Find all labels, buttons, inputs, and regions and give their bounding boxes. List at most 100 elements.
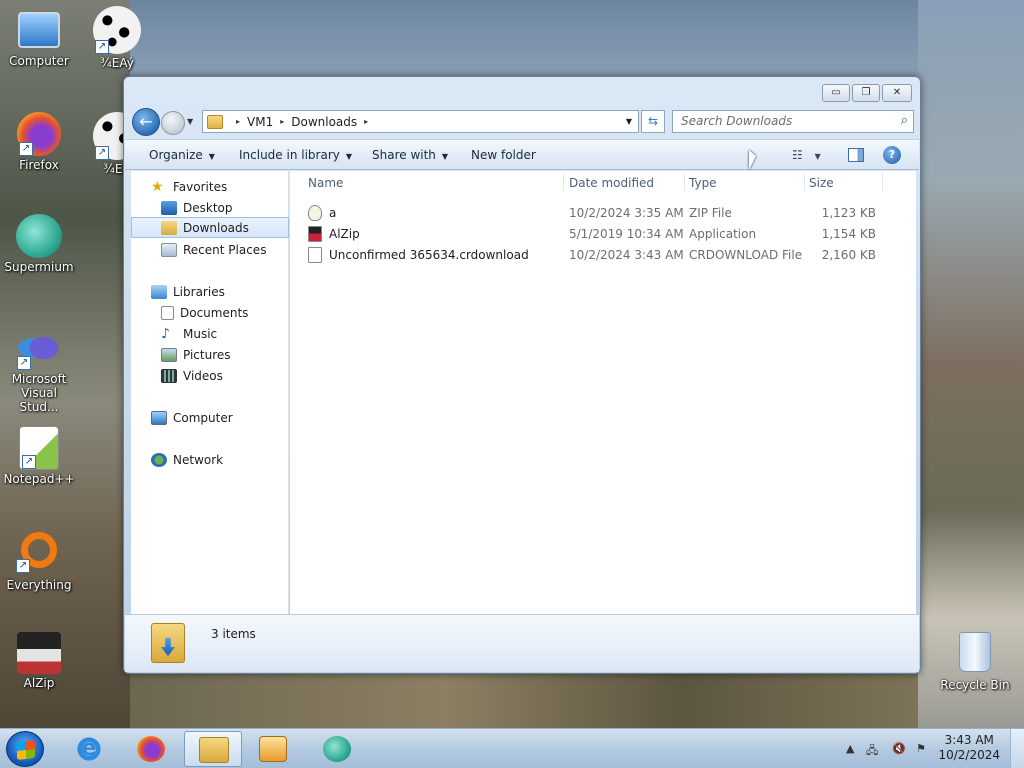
nav-favorites[interactable]: ★ Favorites <box>131 176 289 197</box>
nav-libraries[interactable]: Libraries <box>131 281 289 302</box>
address-dropdown[interactable]: ▼ <box>620 117 638 126</box>
column-header-name[interactable]: Name <box>308 176 343 190</box>
alzip-app-icon <box>308 226 322 242</box>
file-list: Name Date modified Type Size a 10/2/2024… <box>290 171 916 614</box>
file-size: 2,160 KB <box>821 248 876 262</box>
desktop-icon-notepadpp[interactable]: ↗ Notepad++ <box>0 426 78 486</box>
include-in-library-label: Include in library <box>239 148 340 162</box>
table-row[interactable]: AlZip 5/1/2019 10:34 AM Application 1,15… <box>290 224 910 244</box>
nav-documents[interactable]: Documents <box>131 302 289 323</box>
nav-desktop-label: Desktop <box>183 200 233 215</box>
windows-logo-icon <box>17 740 35 760</box>
back-button[interactable]: ← <box>132 108 160 136</box>
column-separator[interactable] <box>684 173 685 191</box>
show-desktop-button[interactable] <box>1010 729 1024 768</box>
explorer-window[interactable]: ▭ ❐ ✕ ← ▼ ▸ VM1 ▸ Downloads ▸ ▼ ⇆ Search… <box>123 76 921 674</box>
desktop-icon-label: ¾EAý <box>100 56 134 70</box>
organize-button[interactable]: Organize ▼ <box>149 148 215 162</box>
help-icon: ? <box>888 148 896 161</box>
breadcrumb-separator[interactable]: ▸ <box>364 117 368 126</box>
volume-muted-icon[interactable]: 🔇 <box>892 742 906 755</box>
change-view-button[interactable]: ☷ ▼ <box>792 148 821 162</box>
folder-icon <box>207 114 223 129</box>
forward-button[interactable] <box>161 111 185 135</box>
taskbar-firefox[interactable] <box>124 731 178 767</box>
table-row[interactable]: a 10/2/2024 3:35 AM ZIP File 1,123 KB <box>290 203 910 223</box>
nav-videos-label: Videos <box>183 368 223 383</box>
details-pane: 3 items <box>125 614 919 672</box>
column-header-date-modified[interactable]: Date modified <box>569 176 654 190</box>
navigation-pane: ★ Favorites Desktop Downloads Recent Pla… <box>131 171 289 614</box>
preview-pane-button[interactable] <box>848 148 864 162</box>
downloads-folder-icon <box>151 623 185 663</box>
new-folder-label: New folder <box>471 148 536 162</box>
desktop-icon-label: Everything <box>6 578 72 592</box>
breadcrumb-separator[interactable]: ▸ <box>280 117 284 126</box>
column-header-size[interactable]: Size <box>809 176 834 190</box>
desktop-icon-label: AlZip <box>23 676 55 690</box>
taskbar: e ▲ 🖧 🔇 ⚑ 3:43 AM 10/2/2024 <box>0 728 1024 768</box>
desktop-icon-recycle-bin[interactable]: Recycle Bin <box>936 632 1014 692</box>
desktop-icon-computer[interactable]: Computer <box>0 10 78 68</box>
nav-favorites-label: Favorites <box>173 179 228 194</box>
breadcrumb-separator[interactable]: ▸ <box>236 117 240 126</box>
zip-file-icon <box>308 205 322 221</box>
system-clock[interactable]: 3:43 AM 10/2/2024 <box>938 733 1000 763</box>
clock-time: 3:43 AM <box>944 733 994 747</box>
desktop-icon-visual-studio[interactable]: ↗ Microsoft Visual Stud... <box>0 326 78 414</box>
desktop-icon-media-1[interactable]: ↗ ¾EAý <box>78 6 156 70</box>
nav-network[interactable]: Network <box>131 449 289 470</box>
address-bar[interactable]: ▸ VM1 ▸ Downloads ▸ ▼ <box>202 110 639 133</box>
caption-buttons: ▭ ❐ ✕ <box>822 84 912 102</box>
breadcrumb-downloads[interactable]: Downloads <box>291 115 357 129</box>
refresh-button[interactable]: ⇆ <box>641 110 665 133</box>
taskbar-supermium[interactable] <box>310 731 364 767</box>
file-date: 10/2/2024 3:35 AM <box>569 206 684 220</box>
nav-libraries-label: Libraries <box>173 284 225 299</box>
media-icon: ↗ <box>93 6 141 54</box>
taskbar-file-explorer[interactable] <box>184 731 242 767</box>
recent-places-icon <box>161 242 177 257</box>
search-input[interactable]: Search Downloads ⌕ <box>672 110 914 133</box>
column-separator[interactable] <box>563 173 564 191</box>
nav-videos[interactable]: Videos <box>131 365 289 386</box>
chevron-down-icon: ▼ <box>345 152 353 161</box>
nav-desktop[interactable]: Desktop <box>131 197 289 218</box>
action-center-flag-icon[interactable]: ⚑ <box>916 742 926 755</box>
nav-recent-places[interactable]: Recent Places <box>131 239 289 260</box>
search-icon[interactable]: ⌕ <box>901 113 908 128</box>
new-folder-button[interactable]: New folder <box>471 148 536 162</box>
nav-downloads[interactable]: Downloads <box>131 217 289 238</box>
nav-music[interactable]: ♪ Music <box>131 323 289 344</box>
documents-icon <box>161 305 174 320</box>
file-type: ZIP File <box>689 206 732 220</box>
include-in-library-button[interactable]: Include in library ▼ <box>239 148 352 162</box>
breadcrumb-vm1[interactable]: VM1 <box>247 115 273 129</box>
table-row[interactable]: Unconfirmed 365634.crdownload 10/2/2024 … <box>290 245 910 265</box>
share-with-button[interactable]: Share with ▼ <box>372 148 448 162</box>
recent-pages-dropdown[interactable]: ▼ <box>187 117 193 126</box>
desktop-icon-everything[interactable]: ↗ Everything <box>0 528 78 592</box>
column-separator[interactable] <box>804 173 805 191</box>
desktop-icon-firefox[interactable]: ↗ Firefox <box>0 112 78 172</box>
help-button[interactable]: ? <box>883 146 901 164</box>
column-header-type[interactable]: Type <box>689 176 717 190</box>
taskbar-media-player[interactable] <box>246 731 300 767</box>
close-button[interactable]: ✕ <box>882 84 912 102</box>
show-hidden-icons-button[interactable]: ▲ <box>846 742 854 755</box>
nav-computer[interactable]: Computer <box>131 407 289 428</box>
visual-studio-icon: ↗ <box>15 326 63 370</box>
nav-pictures[interactable]: Pictures <box>131 344 289 365</box>
desktop-icon-alzip[interactable]: AlZip <box>0 632 78 690</box>
start-button[interactable] <box>6 731 44 767</box>
network-tray-icon[interactable]: 🖧 <box>866 742 878 761</box>
mouse-cursor-icon <box>749 150 756 170</box>
desktop-icon-label: Supermium <box>4 260 74 274</box>
firefox-icon <box>137 736 165 762</box>
taskbar-internet-explorer[interactable]: e <box>62 731 116 767</box>
maximize-button[interactable]: ❐ <box>852 84 880 102</box>
desktop-icon-supermium[interactable]: Supermium <box>0 214 78 274</box>
chevron-down-icon: ▼ <box>208 152 215 161</box>
column-separator[interactable] <box>882 173 883 191</box>
minimize-button[interactable]: ▭ <box>822 84 850 102</box>
